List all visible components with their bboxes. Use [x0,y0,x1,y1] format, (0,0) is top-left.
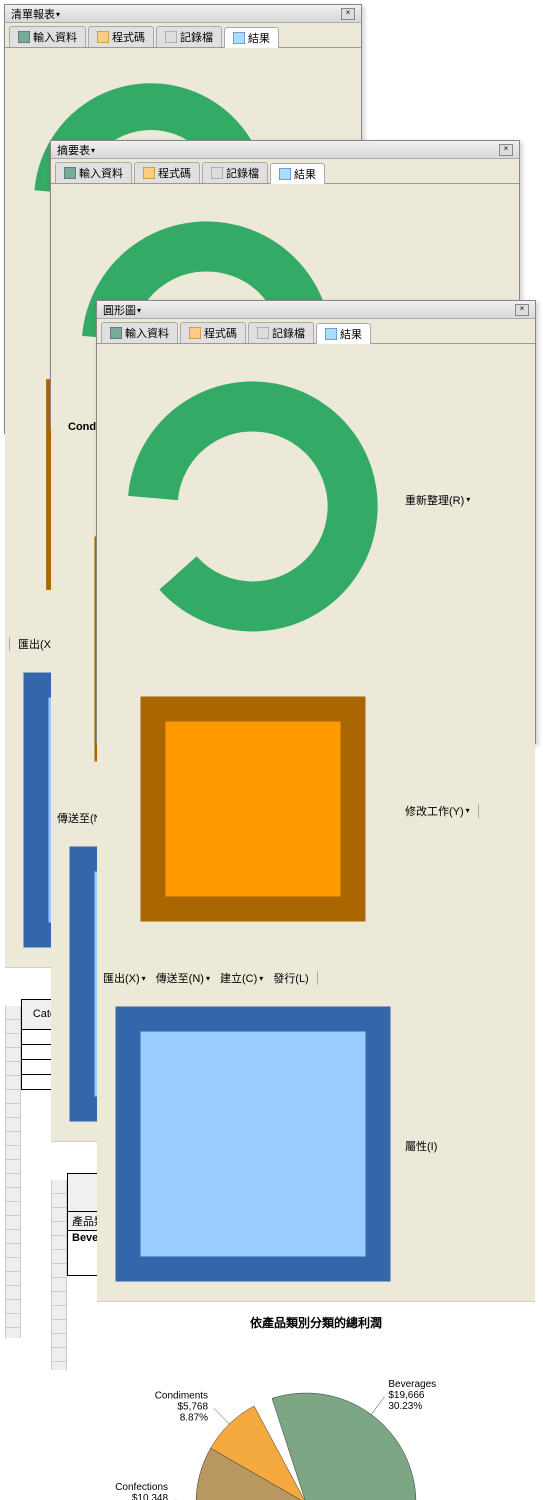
create-button[interactable]: 建立(C)▾ [218,969,265,987]
tab-result[interactable]: 結果 [224,27,279,48]
titlebar[interactable]: 摘要表 × [51,141,519,159]
modify-icon [103,659,403,962]
tab-code[interactable]: 程式碼 [134,162,200,183]
dropdown-icon[interactable] [55,8,60,20]
result-icon [233,32,245,44]
data-icon [64,167,76,179]
close-icon[interactable]: × [499,144,513,156]
row-gutter [51,1180,67,1370]
titlebar[interactable]: 清單報表 × [5,5,361,23]
chart-title: 依產品類別分類的總利潤 [101,1314,531,1331]
close-icon[interactable]: × [341,8,355,20]
tab-data[interactable]: 輸入資料 [9,26,86,47]
tab-data[interactable]: 輸入資料 [55,162,132,183]
tab-code[interactable]: 程式碼 [180,322,246,343]
dropdown-icon[interactable] [136,304,141,316]
properties-icon [103,994,403,1297]
tab-data[interactable]: 輸入資料 [101,322,178,343]
tabstrip: 輸入資料 程式碼 記錄檔 結果 [5,23,361,48]
code-icon [143,167,155,179]
window-piechart: 圓形圖 × 輸入資料 程式碼 記錄檔 結果 重新整理(R)▾ 修改工作(Y)▾ … [96,300,536,744]
log-icon [257,327,269,339]
tab-log[interactable]: 記錄檔 [202,162,268,183]
toolbar: 重新整理(R)▾ 修改工作(Y)▾ 匯出(X)▾ 傳送至(N)▾ 建立(C)▾ … [97,344,535,1302]
modify-button[interactable]: 修改工作(Y)▾ [101,658,472,963]
close-icon[interactable]: × [515,304,529,316]
result-icon [325,328,337,340]
chart-area: 依產品類別分類的總利潤 Beverages$19,66630.23%Seafoo… [97,1302,535,1500]
code-icon [97,31,109,43]
export-button[interactable]: 匯出(X)▾ [101,969,148,987]
code-icon [189,327,201,339]
window-title: 摘要表 [57,142,90,158]
data-icon [18,31,30,43]
tab-result[interactable]: 結果 [316,323,371,344]
row-gutter [5,1006,21,1338]
refresh-button[interactable]: 重新整理(R)▾ [101,347,472,652]
pie-label: Condiments$5,7688.87% [155,1390,209,1423]
titlebar[interactable]: 圓形圖 × [97,301,535,319]
pie-label: Beverages$19,66630.23% [388,1379,436,1412]
window-title: 圓形圖 [103,302,136,318]
result-icon [279,168,291,180]
log-icon [211,167,223,179]
tabstrip: 輸入資料 程式碼 記錄檔 結果 [51,159,519,184]
dropdown-icon[interactable] [90,144,95,156]
refresh-icon [103,348,403,651]
tab-log[interactable]: 記錄檔 [156,26,222,47]
pie-chart: Beverages$19,66630.23%Seafood$5,9409.13%… [106,1343,526,1500]
properties-button[interactable]: 屬性(I) [101,993,439,1298]
sendto-button[interactable]: 傳送至(N)▾ [154,969,212,987]
log-icon [165,31,177,43]
tab-code[interactable]: 程式碼 [88,26,154,47]
window-title: 清單報表 [11,6,55,22]
data-icon [110,327,122,339]
pie-label: Confections$10,34815.91% [115,1482,168,1500]
publish-button[interactable]: 發行(L) [271,969,310,987]
tabstrip: 輸入資料 程式碼 記錄檔 結果 [97,319,535,344]
tab-log[interactable]: 記錄檔 [248,322,314,343]
tab-result[interactable]: 結果 [270,163,325,184]
